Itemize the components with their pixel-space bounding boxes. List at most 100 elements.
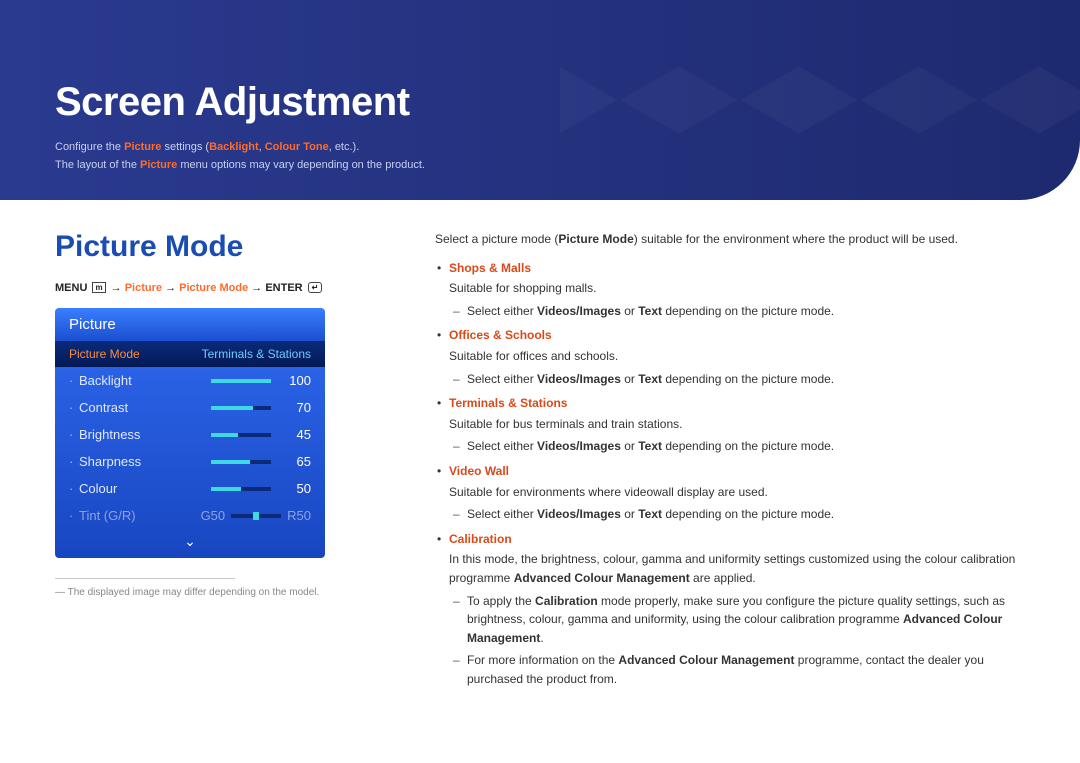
mode-name: Shops & Malls xyxy=(449,261,531,275)
slider-fill xyxy=(211,406,253,410)
left-column: Picture Mode MENU m → Picture → Picture … xyxy=(55,230,395,694)
mode-name: Offices & Schools xyxy=(449,328,552,342)
text: Videos/Images xyxy=(537,507,621,521)
tint-slider[interactable] xyxy=(231,514,281,518)
chevron-down-icon[interactable]: ⌄ xyxy=(55,529,325,558)
text: or xyxy=(621,507,638,521)
menu-icon: m xyxy=(92,282,105,293)
mode-desc: In this mode, the brightness, colour, ga… xyxy=(449,550,1040,587)
breadcrumb-menu: MENU xyxy=(55,282,87,294)
banner: Screen Adjustment Configure the Picture … xyxy=(0,0,1080,200)
bullet-icon: · xyxy=(69,400,79,415)
osd-row-backlight[interactable]: · Backlight 100 xyxy=(55,367,325,394)
mode-desc: Suitable for bus terminals and train sta… xyxy=(449,415,1040,434)
text: Text xyxy=(638,372,662,386)
sub-item: Select either Videos/Images or Text depe… xyxy=(449,505,1040,524)
osd-value: 100 xyxy=(281,373,311,388)
text: To apply the xyxy=(467,594,535,608)
text: depending on the picture mode. xyxy=(662,304,834,318)
text: depending on the picture mode. xyxy=(662,507,834,521)
osd-panel: Picture Picture Mode Terminals & Station… xyxy=(55,308,325,558)
text: . xyxy=(540,631,543,645)
bullet-icon: · xyxy=(69,373,79,388)
text: Select either xyxy=(467,507,537,521)
text: Videos/Images xyxy=(537,372,621,386)
slider-thumb xyxy=(253,512,259,520)
osd-row-brightness[interactable]: · Brightness 45 xyxy=(55,421,325,448)
text: For more information on the xyxy=(467,653,618,667)
sub-item: To apply the Calibration mode properly, … xyxy=(449,592,1040,648)
text: Text xyxy=(638,304,662,318)
osd-title: Picture xyxy=(55,308,325,341)
text: Videos/Images xyxy=(537,304,621,318)
banner-desc: Configure the Picture settings (Backligh… xyxy=(55,139,1025,174)
osd-label: Backlight xyxy=(79,373,211,388)
text: , etc.). xyxy=(329,141,360,153)
osd-header-row[interactable]: Picture Mode Terminals & Stations xyxy=(55,341,325,367)
mode-desc: Suitable for shopping malls. xyxy=(449,279,1040,298)
text: Advanced Colour Management xyxy=(514,571,690,585)
right-column: Select a picture mode (Picture Mode) sui… xyxy=(435,230,1040,694)
osd-row-tint[interactable]: · Tint (G/R) G50 R50 xyxy=(55,502,325,529)
osd-value: 50 xyxy=(281,481,311,496)
text: Videos/Images xyxy=(537,439,621,453)
osd-label: Contrast xyxy=(79,400,211,415)
text: Configure the xyxy=(55,141,124,153)
text: or xyxy=(621,439,638,453)
osd-label: Sharpness xyxy=(79,454,211,469)
osd-row-contrast[interactable]: · Contrast 70 xyxy=(55,394,325,421)
text: or xyxy=(621,304,638,318)
footnote: The displayed image may differ depending… xyxy=(55,587,395,598)
slider-track[interactable] xyxy=(211,379,271,383)
text: Picture xyxy=(140,159,177,171)
text: Text xyxy=(638,439,662,453)
text: Select either xyxy=(467,372,537,386)
slider-fill xyxy=(211,460,250,464)
text: are applied. xyxy=(690,571,756,585)
sub-item: For more information on the Advanced Col… xyxy=(449,651,1040,688)
osd-label: Brightness xyxy=(79,427,211,442)
mode-list: Shops & Malls Suitable for shopping mall… xyxy=(435,259,1040,689)
arrow-icon: → xyxy=(251,282,262,294)
slider-track[interactable] xyxy=(211,406,271,410)
text: Text xyxy=(638,507,662,521)
breadcrumb-step: Picture Mode xyxy=(179,282,248,294)
bullet-icon: · xyxy=(69,481,79,496)
slider-track[interactable] xyxy=(211,487,271,491)
text: menu options may vary depending on the p… xyxy=(177,159,425,171)
mode-name: Video Wall xyxy=(449,464,509,478)
page-title: Screen Adjustment xyxy=(55,80,1025,125)
enter-icon: ↵ xyxy=(308,282,323,293)
bullet-icon: · xyxy=(69,508,79,523)
content: Picture Mode MENU m → Picture → Picture … xyxy=(55,230,1040,694)
tint-g-value: G50 xyxy=(201,508,226,523)
text: ) suitable for the environment where the… xyxy=(634,232,958,246)
osd-value: 65 xyxy=(281,454,311,469)
osd-row-colour[interactable]: · Colour 50 xyxy=(55,475,325,502)
mode-desc: Suitable for environments where videowal… xyxy=(449,483,1040,502)
mode-item-calibration: Calibration In this mode, the brightness… xyxy=(435,530,1040,689)
slider-fill xyxy=(211,379,271,383)
mode-desc: Suitable for offices and schools. xyxy=(449,347,1040,366)
mode-item-shops: Shops & Malls Suitable for shopping mall… xyxy=(435,259,1040,321)
osd-value: 45 xyxy=(281,427,311,442)
osd-row-sharpness[interactable]: · Sharpness 65 xyxy=(55,448,325,475)
osd-label: Tint (G/R) xyxy=(79,508,201,523)
text: Select a picture mode ( xyxy=(435,232,558,246)
slider-fill xyxy=(211,487,241,491)
text: Picture Mode xyxy=(558,232,633,246)
osd-value: 70 xyxy=(281,400,311,415)
mode-name: Calibration xyxy=(449,532,512,546)
text: Select either xyxy=(467,304,537,318)
slider-track[interactable] xyxy=(211,460,271,464)
arrow-icon: → xyxy=(111,282,122,294)
divider xyxy=(55,578,235,579)
slider-fill xyxy=(211,433,238,437)
sub-item: Select either Videos/Images or Text depe… xyxy=(449,370,1040,389)
text: Calibration xyxy=(535,594,598,608)
slider-track[interactable] xyxy=(211,433,271,437)
text: settings ( xyxy=(161,141,209,153)
osd-label: Colour xyxy=(79,481,211,496)
intro-text: Select a picture mode (Picture Mode) sui… xyxy=(435,230,1040,249)
bullet-icon: · xyxy=(69,427,79,442)
